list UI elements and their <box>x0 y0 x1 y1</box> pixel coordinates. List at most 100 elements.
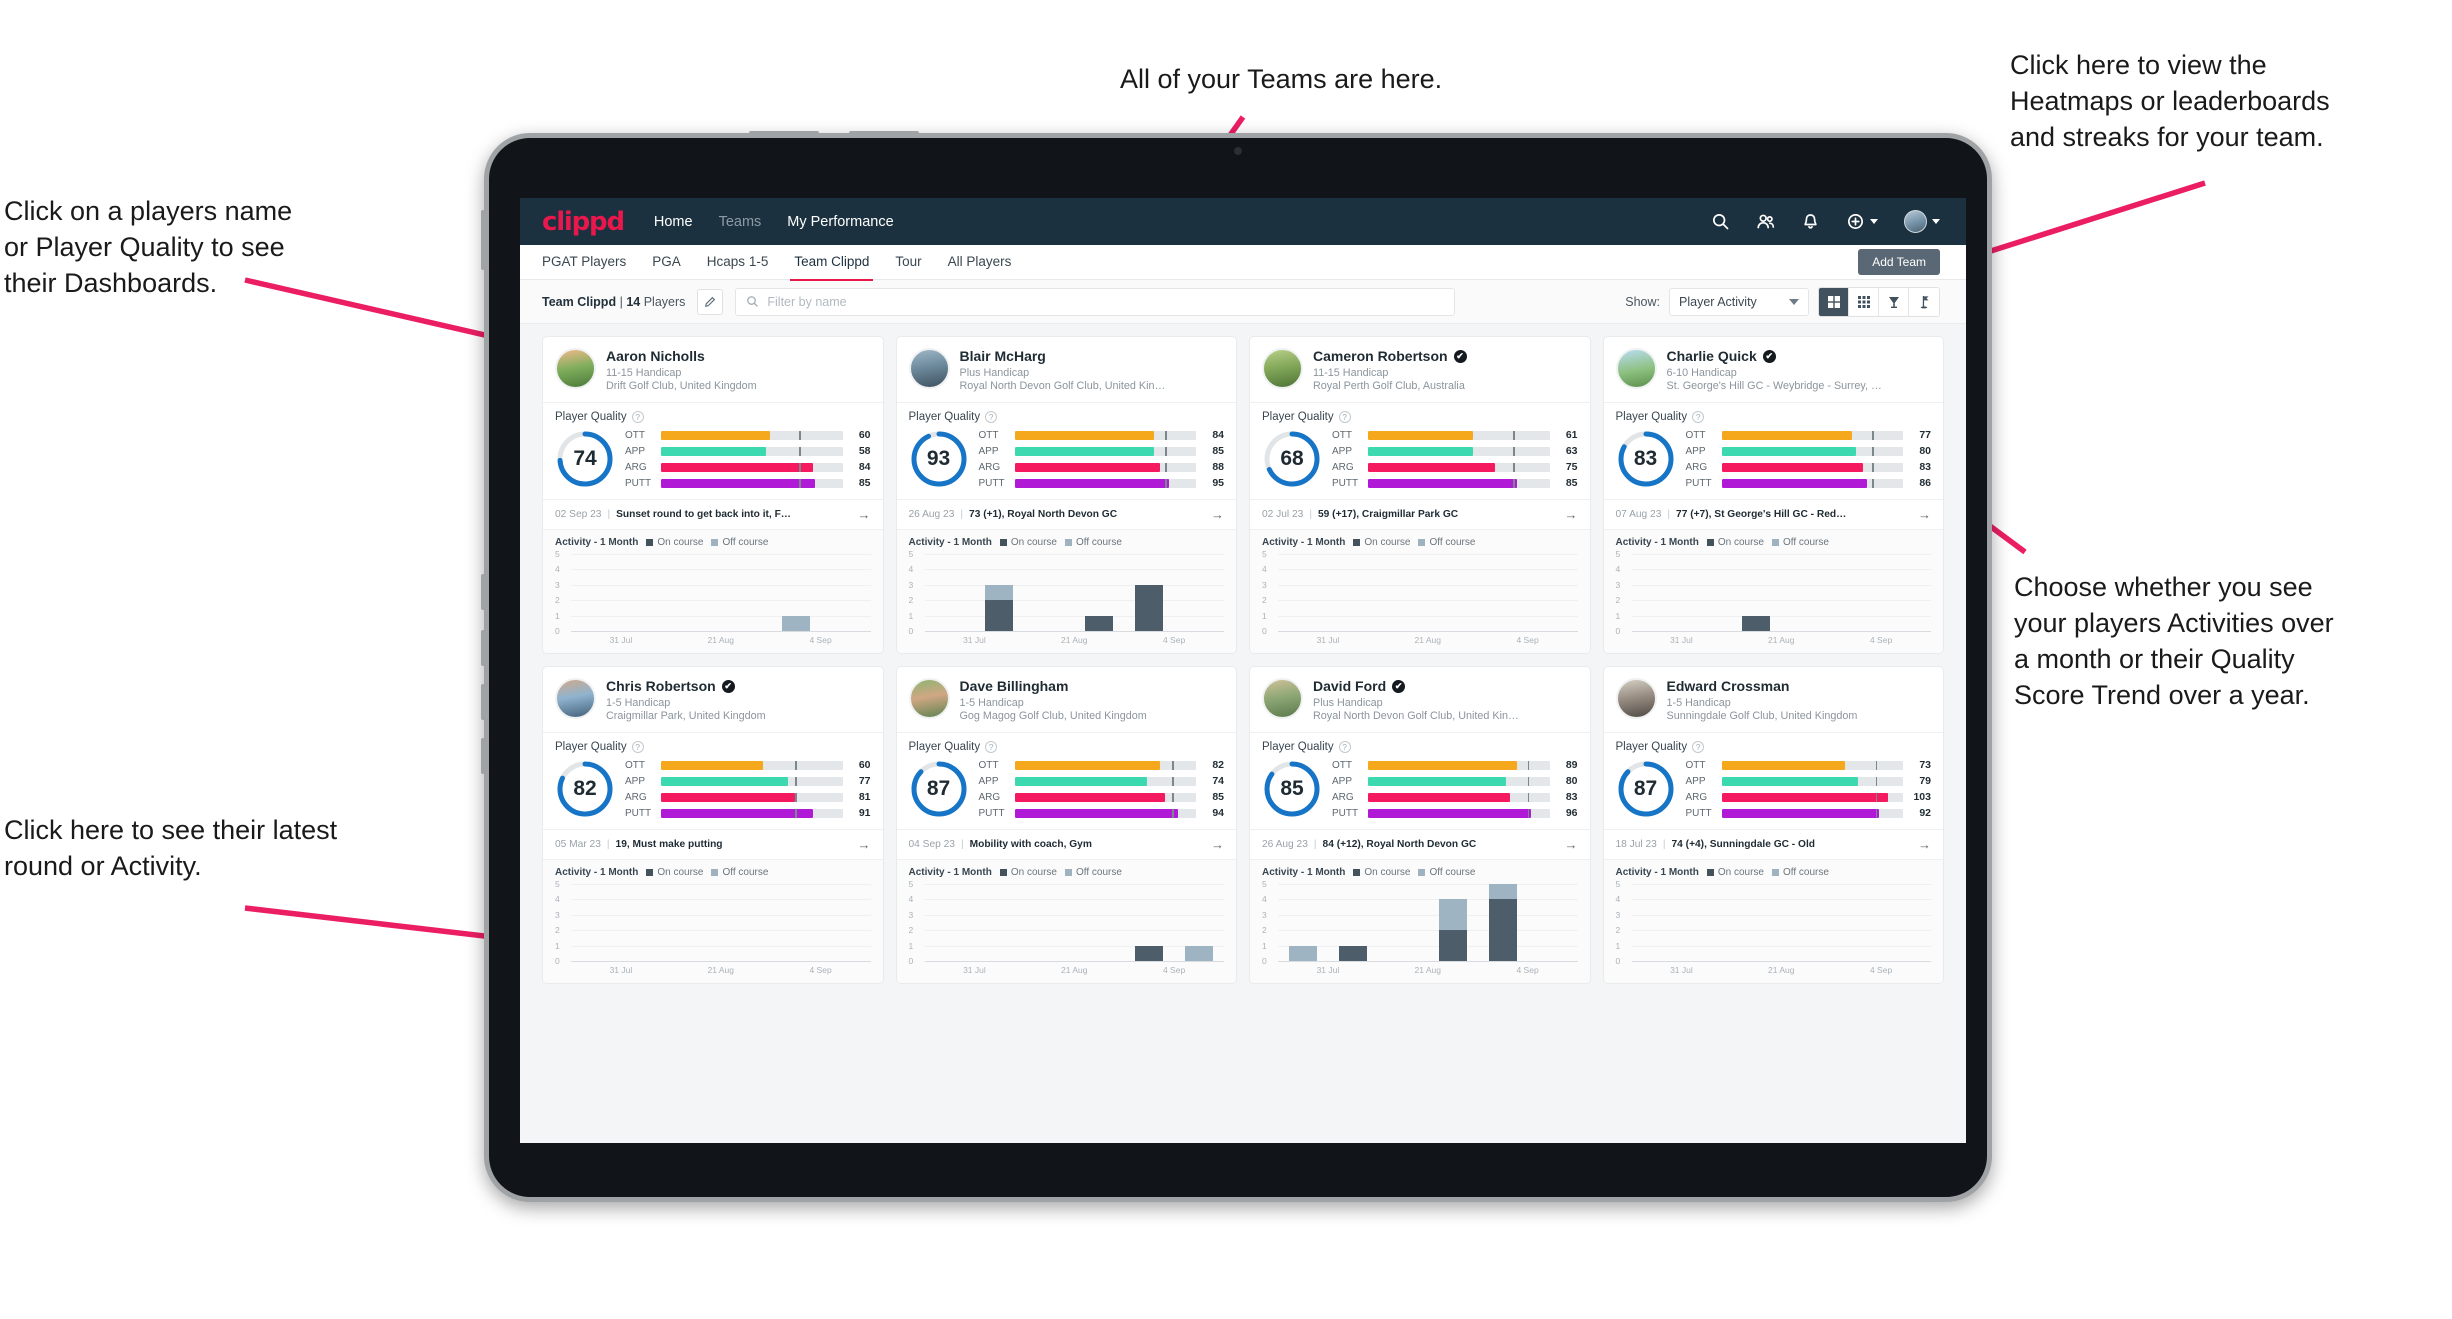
tab-pga[interactable]: PGA <box>652 254 681 271</box>
player-handicap: 1-5 Handicap <box>606 697 671 709</box>
view-grid-small-button[interactable] <box>1849 287 1879 316</box>
avatar[interactable] <box>555 678 596 719</box>
latest-round-row[interactable]: 04 Sep 23 | Mobility with coach, Gym → <box>896 829 1236 859</box>
nav-link-my-performance[interactable]: My Performance <box>787 214 893 230</box>
player-card-header[interactable]: Blair McHarg Plus Handicap Royal North Dev… <box>897 337 1237 402</box>
help-icon[interactable]: ? <box>1338 741 1351 753</box>
player-quality-section[interactable]: Player Quality? 82 OTT 60 APP 77 ARG 81 PUTT 91 <box>543 732 883 829</box>
arrow-right-icon[interactable]: → <box>1918 837 1931 852</box>
player-card-header[interactable]: Charlie Quick ✔ 6-10 Handicap St. George's … <box>1604 337 1944 402</box>
view-grid-large-button[interactable] <box>1819 287 1849 316</box>
search-input[interactable]: Filter by name <box>735 287 1456 316</box>
player-card[interactable]: Cameron Robertson ✔ 11-15 Handicap Royal Pe… <box>1249 336 1591 654</box>
avatar[interactable] <box>1615 678 1657 719</box>
help-icon[interactable]: ? <box>985 411 998 423</box>
add-team-button[interactable]: Add Team <box>1858 249 1940 275</box>
people-icon[interactable] <box>1756 212 1775 231</box>
player-club: Royal North Devon Golf Club, United Kin… <box>959 380 1166 392</box>
clippd-logo[interactable]: clippd <box>542 207 625 237</box>
player-card[interactable]: Charlie Quick ✔ 6-10 Handicap St. George's … <box>1602 336 1944 654</box>
player-name[interactable]: David Ford ✔ <box>1313 678 1578 694</box>
view-leaderboard-button[interactable] <box>1879 287 1909 316</box>
player-quality-section[interactable]: Player Quality? 85 OTT 89 APP 80 ARG 83 PUTT 96 <box>1250 732 1590 829</box>
latest-round-row[interactable]: 18 Jul 23 | 74 (+4), Sunningdale GC - Old → <box>1603 829 1943 859</box>
avatar[interactable] <box>1615 348 1657 389</box>
help-icon[interactable]: ? <box>1692 741 1705 753</box>
activity-bar-column <box>1278 884 1328 961</box>
x-axis-labels: 31 Jul 21 Aug 4 Sep <box>1616 965 1932 975</box>
search-icon[interactable] <box>1711 212 1730 231</box>
help-icon[interactable]: ? <box>631 741 644 753</box>
player-card[interactable]: Edward Crossman 1-5 Handicap Sunningdale G… <box>1602 666 1944 984</box>
avatar[interactable] <box>555 348 596 389</box>
metric-value: 85 <box>1212 445 1224 457</box>
player-name[interactable]: Chris Robertson ✔ <box>606 678 871 694</box>
show-select[interactable]: Player Activity <box>1669 287 1809 316</box>
nav-link-home[interactable]: Home <box>654 214 693 230</box>
latest-round-row[interactable]: 07 Aug 23 | 77 (+7), St George's Hill GC -… <box>1603 499 1943 529</box>
player-name[interactable]: Aaron Nicholls <box>606 348 871 364</box>
legend-item-on: On course <box>1706 867 1764 878</box>
help-icon[interactable]: ? <box>985 741 998 753</box>
arrow-right-icon[interactable]: → <box>1565 507 1578 522</box>
tab-team-clippd[interactable]: Team Clippd <box>790 254 874 281</box>
latest-round-row[interactable]: 26 Aug 23 | 84 (+12), Royal North Devon GC… <box>1250 829 1590 859</box>
player-card[interactable]: Chris Robertson ✔ 1-5 Handicap Craigmillar … <box>542 666 884 984</box>
bell-icon[interactable] <box>1801 212 1820 231</box>
help-icon[interactable]: ? <box>1338 411 1351 423</box>
latest-round-row[interactable]: 05 Mar 23 | 19, Must make putting → <box>543 829 883 859</box>
view-course-button[interactable] <box>1909 287 1939 316</box>
add-menu[interactable] <box>1846 212 1878 231</box>
arrow-right-icon[interactable]: → <box>1565 837 1578 852</box>
metric-value: 75 <box>1565 461 1578 473</box>
player-card[interactable]: David Ford ✔ Plus Handicap Royal North Devo… <box>1249 666 1591 984</box>
player-name[interactable]: Dave Billingham <box>960 678 1225 694</box>
player-quality-section[interactable]: Player Quality? 83 OTT 77 APP 80 ARG 83 PUTT 86 <box>1603 402 1943 499</box>
tab-all-players[interactable]: All Players <box>948 254 1012 271</box>
player-name[interactable]: Charlie Quick ✔ <box>1667 348 1932 364</box>
latest-round-row[interactable]: 02 Jul 23 | 59 (+17), Craigmillar Park GC → <box>1250 499 1590 529</box>
player-card[interactable]: Aaron Nicholls 11-15 Handicap Drift Golf C… <box>542 336 884 654</box>
metric-bar-track <box>1014 760 1196 770</box>
avatar[interactable] <box>1904 210 1927 233</box>
player-quality-section[interactable]: Player Quality? 87 OTT 73 APP 79 ARG 103 PUTT 92 <box>1603 732 1943 829</box>
arrow-right-icon[interactable]: → <box>1211 507 1224 522</box>
tab-hcaps-1-5[interactable]: Hcaps 1-5 <box>707 254 769 271</box>
arrow-right-icon[interactable]: → <box>1211 837 1224 852</box>
y-axis-tick: 1 <box>908 940 914 951</box>
tab-pgat-players[interactable]: PGAT Players <box>542 254 626 271</box>
latest-round-row[interactable]: 02 Sep 23 | Sunset round to get back into … <box>543 499 883 529</box>
tab-tour[interactable]: Tour <box>895 254 921 271</box>
player-card-header[interactable]: Chris Robertson ✔ 1-5 Handicap Craigmillar … <box>543 667 883 732</box>
player-card[interactable]: Blair McHarg Plus Handicap Royal North Dev… <box>895 336 1237 654</box>
avatar[interactable] <box>1262 678 1303 719</box>
metric-row: PUTT 86 <box>1686 477 1932 489</box>
latest-round-row[interactable]: 26 Aug 23 | 73 (+1), Royal North Devon GC → <box>896 499 1236 529</box>
metric-bar-track <box>661 808 843 818</box>
player-quality-section[interactable]: Player Quality? 93 OTT 84 APP 85 ARG 88 PUTT 95 <box>896 402 1236 499</box>
arrow-right-icon[interactable]: → <box>858 507 871 522</box>
player-name[interactable]: Edward Crossman <box>1667 678 1932 694</box>
player-card-header[interactable]: Edward Crossman 1-5 Handicap Sunningdale G… <box>1604 667 1944 732</box>
player-name[interactable]: Blair McHarg <box>960 348 1225 364</box>
avatar[interactable] <box>908 678 950 719</box>
player-card-header[interactable]: David Ford ✔ Plus Handicap Royal North Devo… <box>1250 667 1590 732</box>
player-name[interactable]: Cameron Robertson ✔ <box>1313 348 1578 364</box>
player-card-header[interactable]: Cameron Robertson ✔ 11-15 Handicap Royal Pe… <box>1250 337 1590 402</box>
player-card-header[interactable]: Aaron Nicholls 11-15 Handicap Drift Golf C… <box>543 337 883 402</box>
plus-circle-icon[interactable] <box>1846 212 1865 231</box>
nav-link-teams[interactable]: Teams <box>719 214 762 230</box>
account-menu[interactable] <box>1904 210 1940 233</box>
help-icon[interactable]: ? <box>631 411 644 423</box>
player-quality-section[interactable]: Player Quality? 87 OTT 82 APP 74 ARG 85 PUTT 94 <box>896 732 1236 829</box>
player-card-header[interactable]: Dave Billingham 1-5 Handicap Gog Magog Gol… <box>897 667 1237 732</box>
avatar[interactable] <box>1262 348 1303 389</box>
player-quality-section[interactable]: Player Quality? 74 OTT 60 APP 58 ARG 84 PUTT 85 <box>543 402 883 499</box>
arrow-right-icon[interactable]: → <box>858 837 871 852</box>
arrow-right-icon[interactable]: → <box>1918 507 1931 522</box>
edit-team-button[interactable] <box>697 288 724 315</box>
avatar[interactable] <box>908 348 950 389</box>
help-icon[interactable]: ? <box>1692 411 1705 423</box>
player-quality-section[interactable]: Player Quality? 68 OTT 61 APP 63 ARG 75 PUTT 85 <box>1250 402 1590 499</box>
player-card[interactable]: Dave Billingham 1-5 Handicap Gog Magog Gol… <box>895 666 1237 984</box>
